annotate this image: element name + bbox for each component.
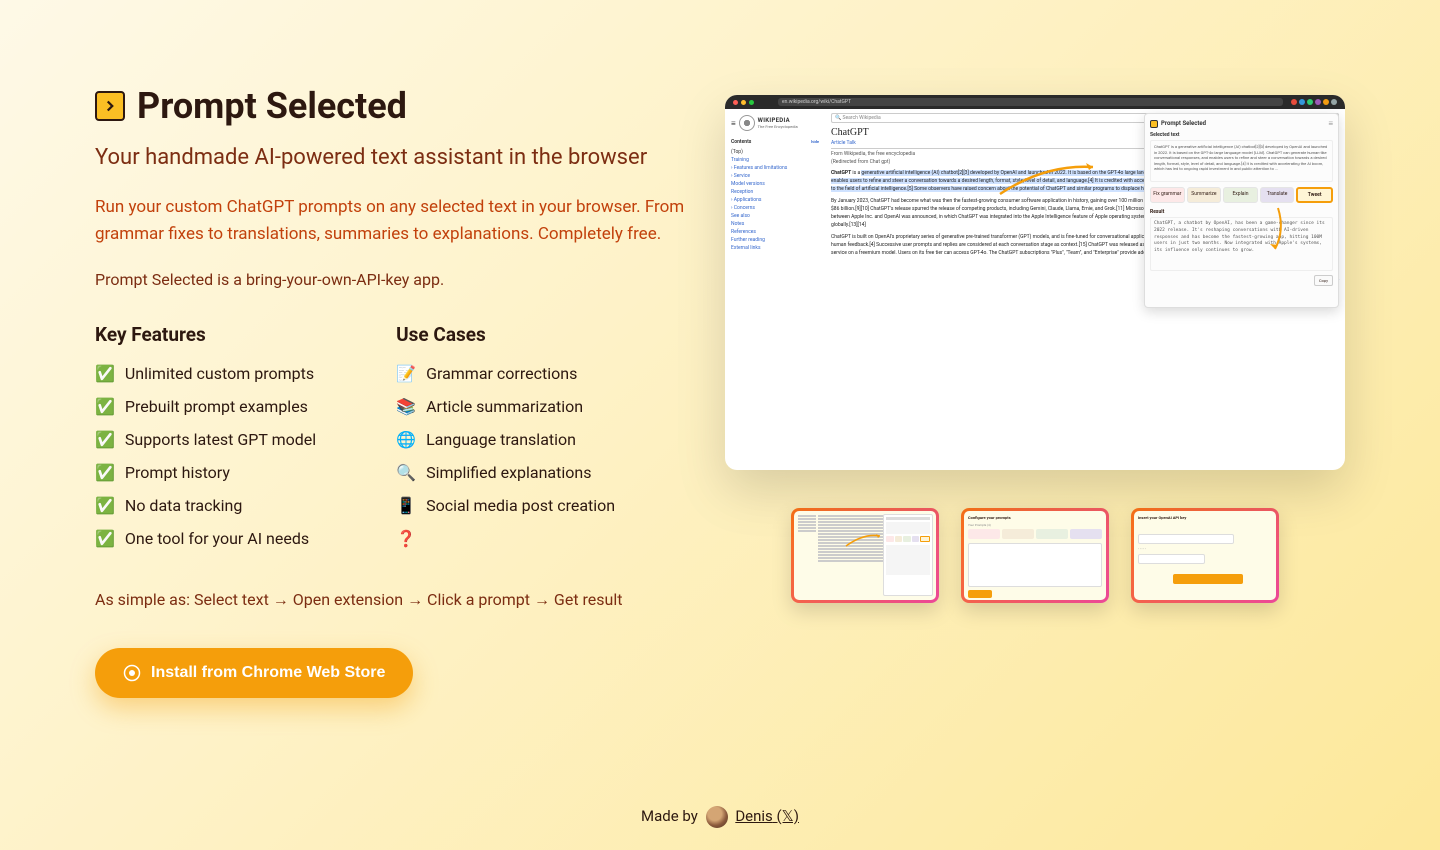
prompt-chip: Summarize (1187, 187, 1222, 203)
toc-item: External links (731, 244, 819, 252)
usecases-column: Use Cases 📝Grammar corrections 📚Article s… (396, 323, 615, 562)
usecase-item: 🌐Language translation (396, 430, 615, 449)
toc-item: › Applications (731, 196, 819, 204)
author-avatar (706, 806, 728, 828)
usecase-item: ❓ (396, 529, 615, 548)
toc-item: Reception (731, 188, 819, 196)
logo-row: Prompt Selected (95, 85, 685, 127)
toc-item: › Features and limitations (731, 164, 819, 172)
wiki-sub: The Free Encyclopedia (758, 124, 798, 129)
app-logo-icon (95, 91, 125, 121)
install-button[interactable]: Install from Chrome Web Store (95, 648, 413, 698)
thumbnail-1[interactable] (791, 508, 939, 603)
url-bar: en.wikipedia.org/wiki/ChatGPT (778, 98, 1283, 106)
feature-item: ✅Supports latest GPT model (95, 430, 316, 449)
wiki-sidebar: ≡ WIKIPEDIA The Free Encyclopedia Conten… (725, 109, 825, 470)
usecase-item: 📚Article summarization (396, 397, 615, 416)
thumb-2-title: Configure your prompts (968, 515, 1102, 520)
author-link[interactable]: Denis (𝕏) (735, 807, 799, 825)
install-button-label: Install from Chrome Web Store (151, 664, 385, 682)
app-title: Prompt Selected (137, 85, 407, 127)
usecase-item: 📝Grammar corrections (396, 364, 615, 383)
wiki-name: WIKIPEDIA (758, 117, 798, 124)
toc-item: Notes (731, 220, 819, 228)
ext-chips: Fix grammarSummarizeExplainTranslateTwee… (1150, 187, 1333, 203)
toc-item: › Service (731, 172, 819, 180)
wikipedia-logo-icon (739, 115, 755, 131)
toc-item: Training (731, 156, 819, 164)
feature-item: ✅One tool for your AI needs (95, 529, 316, 548)
footer-made-by: Made by (641, 807, 698, 825)
thumbnails-row: Configure your prompts Your Prompts (4) … (725, 508, 1345, 603)
contents-label: Contents (731, 139, 751, 145)
feature-item: ✅Unlimited custom prompts (95, 364, 316, 383)
extension-panel: Prompt Selected ≡ Selected text ChatGPT … (1144, 113, 1339, 308)
hide-link: hide (811, 139, 819, 145)
usecases-heading: Use Cases (396, 323, 615, 346)
footer: Made by Denis (𝕏) (0, 806, 1440, 828)
features-column: Key Features ✅Unlimited custom prompts ✅P… (95, 323, 316, 562)
ext-copy-button: Copy (1314, 275, 1333, 286)
thumbnail-2[interactable]: Configure your prompts Your Prompts (4) (961, 508, 1109, 603)
feature-item: ✅Prebuilt prompt examples (95, 397, 316, 416)
thumb-3-title: Insert your OpenAI API key (1138, 515, 1272, 520)
prompt-chip: Translate (1260, 187, 1295, 203)
usecase-item: 📱Social media post creation (396, 496, 615, 515)
ext-title: Prompt Selected (1161, 120, 1206, 127)
description: Run your custom ChatGPT prompts on any s… (95, 194, 685, 248)
toc-item: (Top) (731, 148, 819, 156)
prompt-chip: Explain (1223, 187, 1258, 203)
usecase-item: 🔍Simplified explanations (396, 463, 615, 482)
toc-item: Model versions (731, 180, 819, 188)
hero-screenshot: en.wikipedia.org/wiki/ChatGPT ≡ (725, 95, 1345, 470)
ext-result-label: Result (1150, 209, 1333, 215)
toc-item: See also (731, 212, 819, 220)
feature-item: ✅No data tracking (95, 496, 316, 515)
toc-item: References (731, 228, 819, 236)
ext-selected-label: Selected text (1150, 132, 1333, 138)
browser-chrome: en.wikipedia.org/wiki/ChatGPT (725, 95, 1345, 109)
ext-result-text: ChatGPT, a chatbot by OpenAI, has been a… (1150, 217, 1333, 271)
ext-logo-icon (1150, 120, 1158, 128)
chrome-icon (123, 664, 141, 682)
menu-icon: ≡ (731, 119, 736, 128)
toc-item: › Concerns (731, 204, 819, 212)
prompt-chip: Fix grammar (1150, 187, 1185, 203)
features-heading: Key Features (95, 323, 316, 346)
thumbnail-3[interactable]: Insert your OpenAI API key • • • • • (1131, 508, 1279, 603)
subtitle: Your handmade AI-powered text assistant … (95, 145, 685, 170)
toc-item: Further reading (731, 236, 819, 244)
api-key-note: Prompt Selected is a bring-your-own-API-… (95, 270, 685, 289)
prompt-chip: Tweet (1296, 187, 1333, 203)
feature-item: ✅Prompt history (95, 463, 316, 482)
ext-selected-text: ChatGPT is a generative artificial intel… (1150, 140, 1333, 182)
tagline: As simple as: Select text → Open extensi… (95, 590, 685, 610)
ext-menu-icon: ≡ (1328, 119, 1333, 128)
